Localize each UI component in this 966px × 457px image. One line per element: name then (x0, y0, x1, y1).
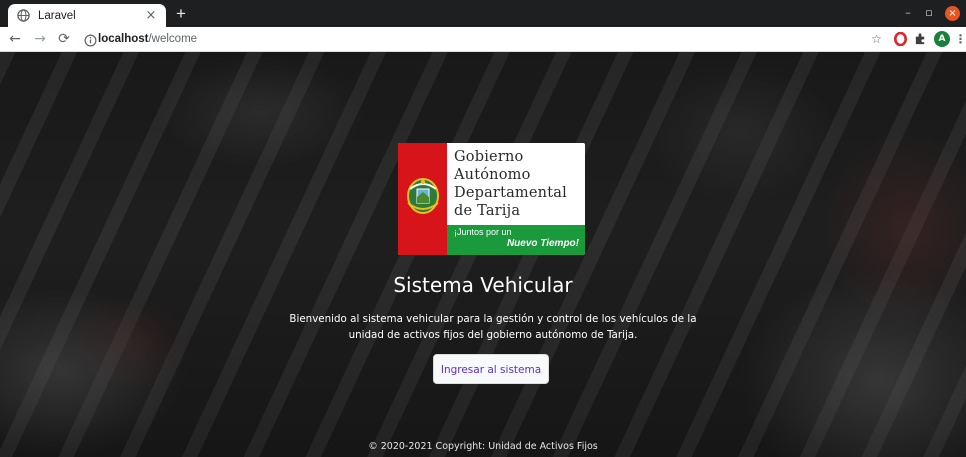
menu-icon[interactable]: ⋮ (953, 32, 966, 47)
government-logo: Gobierno Autónomo Departamental de Tarij… (398, 143, 585, 255)
tab-title: Laravel (38, 9, 76, 22)
logo-name-line: Gobierno (454, 149, 524, 165)
logo-name-line: Autónomo (454, 167, 531, 183)
forward-icon[interactable]: → (32, 31, 48, 47)
enter-system-button[interactable]: Ingresar al sistema (433, 354, 549, 384)
browser-toolbar: ← → ⟳ localhost/welcome ☆ A ⋮ (0, 27, 966, 52)
footer-copyright: © 2020-2021 Copyright: Unidad de Activos… (368, 441, 598, 452)
coat-of-arms-icon (407, 178, 439, 214)
back-icon[interactable]: ← (7, 31, 23, 47)
page-title: Sistema Vehicular (393, 273, 573, 297)
tab-close-icon[interactable]: × (144, 8, 158, 23)
reload-icon[interactable]: ⟳ (56, 31, 72, 47)
logo-slogan-line2: Nuevo Tiempo! (506, 238, 579, 249)
maximize-button[interactable]: ▫ (921, 5, 937, 21)
welcome-description: Bienvenido al sistema vehicular para la … (289, 313, 697, 341)
logo-slogan-line1: ¡Juntos por un (454, 227, 512, 237)
logo-name-line: Departamental (454, 185, 567, 201)
address-bar-url[interactable]: localhost/welcome (98, 32, 197, 46)
browser-tab[interactable]: Laravel × (8, 4, 166, 27)
star-icon[interactable]: ☆ (869, 32, 884, 47)
browser-tab-strip: Laravel × + – ▫ × (0, 0, 966, 27)
extension-icon[interactable] (913, 32, 928, 47)
globe-icon (16, 9, 30, 23)
logo-name-line: de Tarija (454, 203, 521, 219)
logo-name: Gobierno Autónomo Departamental de Tarij… (454, 148, 567, 220)
url-host: localhost (98, 33, 149, 45)
page-viewport: Gobierno Autónomo Departamental de Tarij… (0, 52, 966, 457)
minimize-button[interactable]: – (900, 5, 916, 21)
new-tab-button[interactable]: + (171, 4, 191, 24)
opera-icon[interactable] (893, 31, 908, 47)
info-icon[interactable] (84, 32, 98, 47)
url-path: /welcome (148, 33, 198, 45)
window-close-button[interactable]: × (945, 6, 960, 21)
profile-icon[interactable]: A (934, 31, 950, 47)
